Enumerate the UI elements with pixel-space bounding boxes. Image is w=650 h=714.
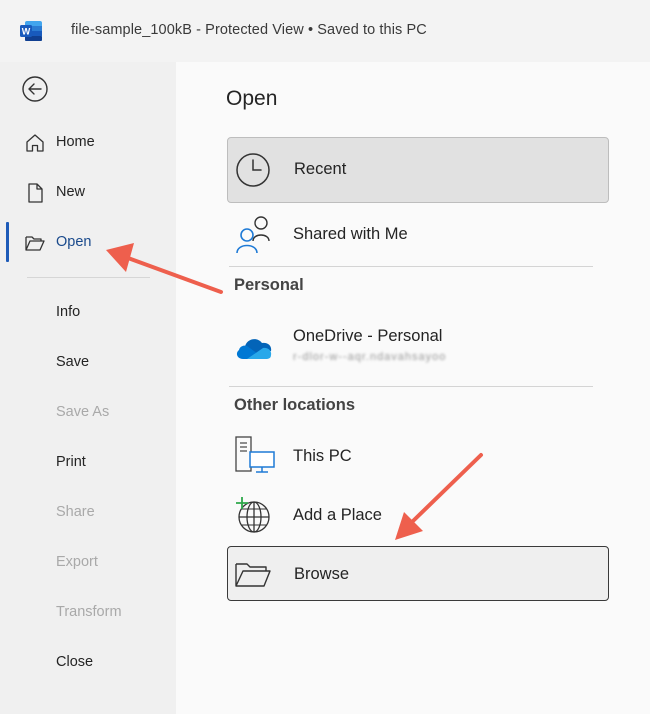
- this-pc-button[interactable]: This PC: [227, 434, 609, 484]
- svg-text:W: W: [22, 27, 31, 37]
- onedrive-label: OneDrive - Personal: [293, 327, 443, 345]
- personal-header: Personal: [234, 276, 304, 294]
- open-panel: Open Recent Shared with Me Personal OneD…: [176, 62, 650, 714]
- browse-label: Browse: [294, 565, 350, 583]
- browse-button[interactable]: Browse: [227, 546, 609, 601]
- sidebar-item-label: New: [56, 184, 86, 200]
- sidebar-item-info[interactable]: Info: [0, 292, 176, 332]
- sidebar-item-label: Info: [56, 304, 81, 320]
- sidebar-item-label: Home: [56, 134, 95, 150]
- onedrive-personal-button[interactable]: OneDrive - Personal r-dlor-w--aqr.ndavah…: [227, 317, 609, 377]
- recent-button[interactable]: Recent: [227, 137, 609, 203]
- sidebar-item-new[interactable]: New: [0, 172, 176, 212]
- home-icon: [26, 134, 44, 152]
- folder-open-icon: [25, 236, 45, 251]
- this-pc-label: This PC: [293, 447, 352, 465]
- other-locations-header: Other locations: [234, 396, 356, 414]
- add-a-place-label: Add a Place: [293, 506, 382, 524]
- onedrive-account: r-dlor-w--aqr.ndavahsayoo: [293, 351, 447, 363]
- sidebar-item-label: Save: [56, 354, 90, 370]
- word-app-icon: W: [20, 21, 42, 41]
- sidebar-item-close[interactable]: Close: [0, 642, 176, 682]
- clock-icon: [236, 153, 270, 187]
- new-document-icon: [28, 183, 43, 203]
- sidebar-item-label: Print: [56, 454, 86, 470]
- title-bar: W file-sample_100kB - Protected View • S…: [0, 0, 650, 62]
- section-divider: [229, 266, 593, 267]
- sidebar-item-save[interactable]: Save: [0, 342, 176, 382]
- computer-icon: [235, 436, 275, 473]
- sidebar-item-print[interactable]: Print: [0, 442, 176, 482]
- sidebar-item-label: Open: [56, 234, 92, 250]
- recent-label: Recent: [294, 160, 347, 178]
- sidebar-item-label: Export: [56, 554, 98, 570]
- sidebar-divider: [27, 277, 150, 278]
- backstage-sidebar: Home New Open Info Save Save As Print Sh…: [0, 62, 176, 714]
- sidebar-item-transform: Transform: [0, 592, 176, 632]
- shared-with-me-button[interactable]: Shared with Me: [227, 207, 609, 267]
- sidebar-item-label: Share: [56, 504, 95, 520]
- sidebar-item-home[interactable]: Home: [0, 122, 176, 162]
- section-divider: [229, 386, 593, 387]
- sidebar-item-open[interactable]: Open: [0, 222, 176, 262]
- sidebar-item-label: Save As: [56, 404, 110, 420]
- back-arrow-icon[interactable]: [22, 76, 48, 102]
- sidebar-item-share: Share: [0, 492, 176, 532]
- shared-label: Shared with Me: [293, 225, 408, 243]
- sidebar-item-export: Export: [0, 542, 176, 582]
- page-title: Open: [226, 87, 278, 110]
- onedrive-cloud-icon: [236, 339, 272, 359]
- globe-add-icon: [236, 497, 270, 533]
- folder-icon: [235, 563, 271, 587]
- sidebar-item-save-as: Save As: [0, 392, 176, 432]
- window-title: file-sample_100kB - Protected View • Sav…: [71, 22, 427, 38]
- people-icon: [236, 216, 270, 254]
- add-a-place-button[interactable]: Add a Place: [227, 492, 609, 542]
- sidebar-item-label: Close: [56, 654, 94, 670]
- sidebar-item-label: Transform: [56, 604, 122, 620]
